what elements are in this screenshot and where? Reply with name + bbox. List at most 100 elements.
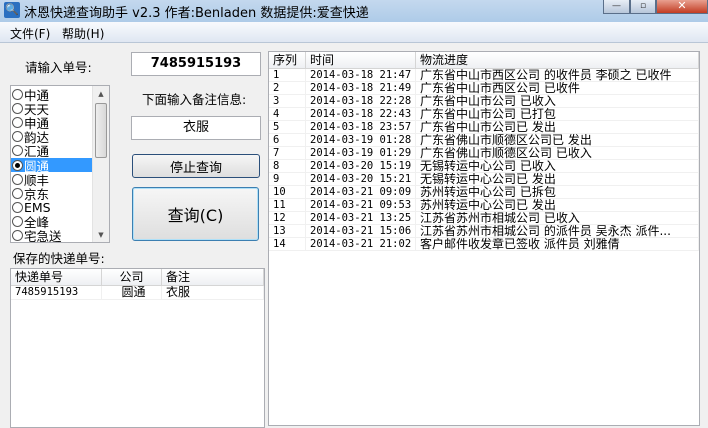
column-header-time[interactable]: 时间	[306, 52, 416, 68]
window-title: 沐恩快递查询助手 v2.3 作者:Benladen 数据提供:爱查快递	[24, 6, 369, 21]
radio-icon[interactable]	[12, 202, 23, 214]
saved-number: 7485915193	[11, 286, 102, 299]
row-seq: 1	[269, 69, 306, 81]
saved-numbers-label: 保存的快递单号:	[13, 251, 105, 266]
column-header-number[interactable]: 快递单号	[11, 269, 102, 285]
row-progress: 苏州转运中心公司 已拆包	[416, 186, 699, 198]
row-time: 2014-03-19 01:29	[306, 147, 416, 159]
saved-row[interactable]: 7485915193 圆通 衣服	[11, 286, 264, 300]
row-time: 2014-03-21 09:53	[306, 199, 416, 211]
row-progress: 江苏省苏州市相城公司 的派件员 吴永杰 派件...	[416, 225, 699, 237]
scroll-down-icon[interactable]: ▼	[93, 231, 109, 239]
row-progress: 广东省中山市公司 已收入	[416, 95, 699, 107]
row-seq: 10	[269, 186, 306, 198]
row-time: 2014-03-18 22:28	[306, 95, 416, 107]
tracking-row[interactable]: 13 2014-03-21 15:06 江苏省苏州市相城公司 的派件员 吴永杰 派件…	[269, 225, 699, 238]
scrollbar-thumb[interactable]	[95, 103, 107, 158]
radio-icon[interactable]	[12, 131, 23, 143]
tracking-number-input[interactable]: 7485915193	[131, 52, 261, 76]
menu-file[interactable]: 文件(F)	[10, 25, 50, 42]
tracking-row[interactable]: 12 2014-03-21 13:25 江苏省苏州市相城公司 已收入	[269, 212, 699, 225]
row-seq: 6	[269, 134, 306, 146]
row-progress: 广东省中山市公司已 发出	[416, 121, 699, 133]
row-progress: 客户邮件收发章已签收 派件员 刘雅倩	[416, 238, 699, 250]
tracking-row[interactable]: 6 2014-03-19 01:28 广东省佛山市顺德区公司已 发出	[269, 134, 699, 147]
row-time: 2014-03-20 15:19	[306, 160, 416, 172]
company-label: 宅急送	[24, 229, 62, 245]
row-time: 2014-03-21 13:25	[306, 212, 416, 224]
column-header-progress[interactable]: 物流进度	[416, 52, 699, 68]
row-seq: 14	[269, 238, 306, 250]
tracking-row[interactable]: 14 2014-03-21 21:02 客户邮件收发章已签收 派件员 刘雅倩	[269, 238, 699, 251]
row-seq: 7	[269, 147, 306, 159]
scrollbar[interactable]: ▲ ▼	[92, 86, 109, 242]
row-time: 2014-03-21 15:06	[306, 225, 416, 237]
row-seq: 8	[269, 160, 306, 172]
row-time: 2014-03-18 23:57	[306, 121, 416, 133]
stop-query-button[interactable]: 停止查询	[132, 154, 260, 178]
radio-icon[interactable]	[12, 230, 23, 242]
row-progress: 无锡转运中心公司 已收入	[416, 160, 699, 172]
row-time: 2014-03-18 22:43	[306, 108, 416, 120]
tracking-row[interactable]: 3 2014-03-18 22:28 广东省中山市公司 已收入	[269, 95, 699, 108]
radio-icon[interactable]	[12, 88, 23, 100]
row-progress: 广东省佛山市顺德区公司 已收入	[416, 147, 699, 159]
radio-icon[interactable]	[12, 102, 23, 114]
row-seq: 3	[269, 95, 306, 107]
row-time: 2014-03-20 15:21	[306, 173, 416, 185]
radio-icon[interactable]	[12, 116, 23, 128]
tracking-row[interactable]: 8 2014-03-20 15:19 无锡转运中心公司 已收入	[269, 160, 699, 173]
row-progress: 苏州转运中心公司已 发出	[416, 199, 699, 211]
row-seq: 9	[269, 173, 306, 185]
row-progress: 江苏省苏州市相城公司 已收入	[416, 212, 699, 224]
company-option[interactable]: 京东	[11, 186, 93, 202]
row-time: 2014-03-18 21:49	[306, 82, 416, 94]
row-progress: 广东省佛山市顺德区公司已 发出	[416, 134, 699, 146]
row-progress: 广东省中山市西区公司 的收件员 李硕之 已收件	[416, 69, 699, 81]
radio-icon[interactable]	[12, 159, 23, 171]
tracking-row[interactable]: 2 2014-03-18 21:49 广东省中山市西区公司 已收件	[269, 82, 699, 95]
saved-remark: 衣服	[162, 286, 264, 299]
saved-numbers-list[interactable]: 快递单号 公司 备注 7485915193 圆通 衣服	[10, 268, 265, 428]
radio-icon[interactable]	[12, 145, 23, 157]
tracking-row[interactable]: 5 2014-03-18 23:57 广东省中山市公司已 发出	[269, 121, 699, 134]
radio-icon[interactable]	[12, 173, 23, 185]
tracking-row[interactable]: 7 2014-03-19 01:29 广东省佛山市顺德区公司 已收入	[269, 147, 699, 160]
menu-help[interactable]: 帮助(H)	[62, 25, 104, 42]
radio-icon[interactable]	[12, 187, 23, 199]
row-seq: 4	[269, 108, 306, 120]
company-radio-list[interactable]: 中通 天天 申通 韵达 汇通 圆通 顺丰 京东 EMS 全峰 宅急送 ▲ ▼	[10, 85, 110, 245]
saved-company: 圆通	[102, 286, 162, 299]
tracking-row[interactable]: 10 2014-03-21 09:09 苏州转运中心公司 已拆包	[269, 186, 699, 199]
company-option[interactable]: 宅急送	[11, 229, 93, 245]
close-button[interactable]: ✕	[656, 0, 708, 14]
row-seq: 12	[269, 212, 306, 224]
radio-icon[interactable]	[12, 216, 23, 228]
row-progress: 广东省中山市西区公司 已收件	[416, 82, 699, 94]
tracking-row[interactable]: 11 2014-03-21 09:53 苏州转运中心公司已 发出	[269, 199, 699, 212]
column-header-remark[interactable]: 备注	[162, 269, 264, 285]
maximize-button[interactable]: ▫	[630, 0, 656, 14]
row-seq: 5	[269, 121, 306, 133]
row-time: 2014-03-19 01:28	[306, 134, 416, 146]
row-progress: 广东省中山市公司 已打包	[416, 108, 699, 120]
minimize-button[interactable]: —	[603, 0, 630, 14]
row-time: 2014-03-18 21:47	[306, 69, 416, 81]
row-time: 2014-03-21 21:02	[306, 238, 416, 250]
tracking-row[interactable]: 1 2014-03-18 21:47 广东省中山市西区公司 的收件员 李硕之 已收件	[269, 69, 699, 82]
remark-input[interactable]: 衣服	[131, 116, 261, 140]
row-time: 2014-03-21 09:09	[306, 186, 416, 198]
title-bar[interactable]: 🔍 沐恩快递查询助手 v2.3 作者:Benladen 数据提供:爱查快递 — …	[0, 0, 708, 22]
tracking-row[interactable]: 4 2014-03-18 22:43 广东省中山市公司 已打包	[269, 108, 699, 121]
scroll-up-icon[interactable]: ▲	[93, 90, 109, 98]
row-seq: 2	[269, 82, 306, 94]
column-header-seq[interactable]: 序列	[269, 52, 306, 68]
tracking-number-label: 请输入单号:	[25, 60, 92, 75]
row-seq: 11	[269, 199, 306, 211]
tracking-results-list[interactable]: 序列 时间 物流进度 1 2014-03-18 21:47 广东省中山市西区公司 的…	[268, 51, 700, 426]
menu-bar: 文件(F) 帮助(H)	[0, 22, 708, 43]
tracking-row[interactable]: 9 2014-03-20 15:21 无锡转运中心公司已 发出	[269, 173, 699, 186]
row-progress: 无锡转运中心公司已 发出	[416, 173, 699, 185]
column-header-company[interactable]: 公司	[102, 269, 162, 285]
query-button[interactable]: 查询(C)	[132, 187, 259, 241]
